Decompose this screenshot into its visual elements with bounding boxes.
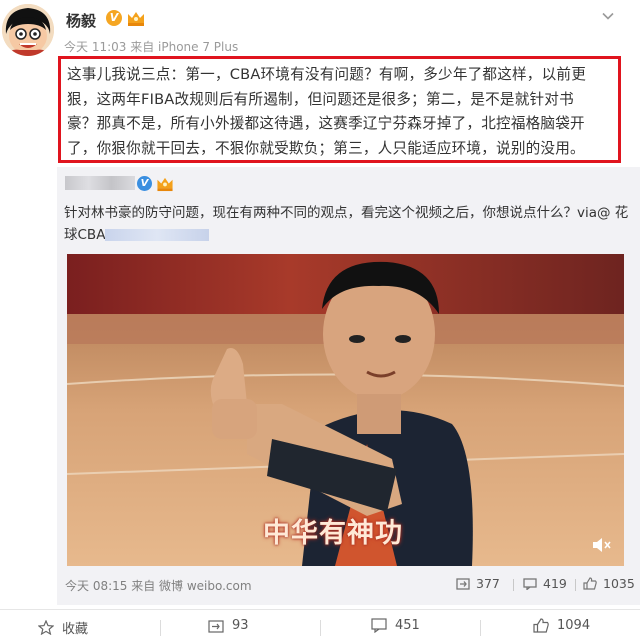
repost-like-stat[interactable]: 1035 — [583, 576, 635, 591]
divider — [513, 579, 514, 591]
avatar[interactable] — [2, 4, 54, 56]
post-text: 这事儿我说三点：第一，CBA环境有没有问题？有啊，多少年了都这样，以前更 狠，这… — [58, 56, 621, 163]
comment-count: 451 — [395, 618, 420, 633]
star-icon — [38, 620, 54, 635]
verified-badge-icon: V — [106, 10, 122, 26]
repost-forward-stat[interactable]: 377 — [456, 576, 500, 591]
repost-card[interactable]: V 针对林书豪的防守问题，现在有两种不同的观点，看完这个视频之后，你想说点什么？… — [57, 167, 640, 605]
divider — [160, 620, 161, 636]
comment-icon — [371, 618, 387, 633]
blurred-link[interactable] — [105, 229, 210, 241]
collect-label: 收藏 — [62, 622, 89, 637]
post-text-line: 狠，这两年FIBA改规则后有所遏制，但问题还是很多；第二，是不是就针对书 — [67, 90, 574, 108]
forward-icon — [208, 619, 224, 633]
like-count: 1094 — [557, 618, 591, 633]
forward-count: 377 — [476, 576, 500, 591]
vip-crown-icon — [128, 12, 144, 26]
repost-text-line: 针对林书豪的防守问题，现在有两种不同的观点，看完这个视频之后，你想说点什么？vi… — [64, 205, 629, 221]
comment-button[interactable]: 451 — [371, 618, 420, 633]
repost-button[interactable]: 93 — [208, 618, 249, 633]
repost-count: 93 — [232, 618, 249, 633]
comment-count: 419 — [543, 576, 567, 591]
repost-text: 针对林书豪的防守问题，现在有两种不同的观点，看完这个视频之后，你想说点什么？vi… — [64, 202, 634, 246]
repost-comment-stat[interactable]: 419 — [523, 576, 567, 591]
chevron-down-icon[interactable] — [602, 12, 614, 20]
collect-button[interactable]: 收藏 — [38, 618, 88, 637]
divider — [480, 620, 481, 636]
like-button[interactable]: 1094 — [533, 618, 590, 633]
verified-blue-badge-icon: V — [137, 176, 152, 191]
post-text-line: 这事儿我说三点：第一，CBA环境有没有问题？有啊，多少年了都这样，以前更 — [67, 66, 586, 83]
comment-icon — [523, 577, 537, 590]
action-bar: 收藏 93 451 1094 — [0, 609, 640, 643]
repost-mention-link[interactable]: 球CBA — [64, 227, 105, 243]
post-text-line: 了，你狠你就干回去，不狠你就受欺负；第三，人只能适应环境，说别的没用。 — [67, 139, 585, 157]
like-count: 1035 — [603, 576, 635, 591]
divider — [575, 579, 576, 591]
avatar-cartoon-icon — [2, 4, 54, 56]
thumbs-up-icon — [533, 618, 549, 633]
repost-footer: 今天 08:15 来自 微博 weibo.com 377 419 1035 — [65, 575, 635, 595]
speaker-muted-icon[interactable] — [591, 536, 611, 554]
post-meta: 今天 11:03 来自 iPhone 7 Plus — [64, 40, 239, 54]
repost-text-line: 球CBA — [64, 224, 634, 246]
video-caption: 中华有神功 — [263, 518, 403, 549]
vip-crown-icon — [157, 177, 173, 192]
thumbs-up-icon — [583, 577, 597, 590]
repost-username-blurred[interactable] — [65, 176, 135, 190]
repost-time[interactable]: 今天 08:15 来自 微博 weibo.com — [65, 577, 252, 594]
forward-icon — [456, 577, 470, 590]
divider — [320, 620, 321, 636]
video-player[interactable]: 中华有神功 — [67, 254, 624, 566]
post-text-line: 豪？那真不是，所有小外援都这待遇，这赛季辽宁芬森牙掉了，北控福格脑袋开 — [67, 115, 585, 132]
author-name[interactable]: 杨毅 — [66, 10, 96, 31]
